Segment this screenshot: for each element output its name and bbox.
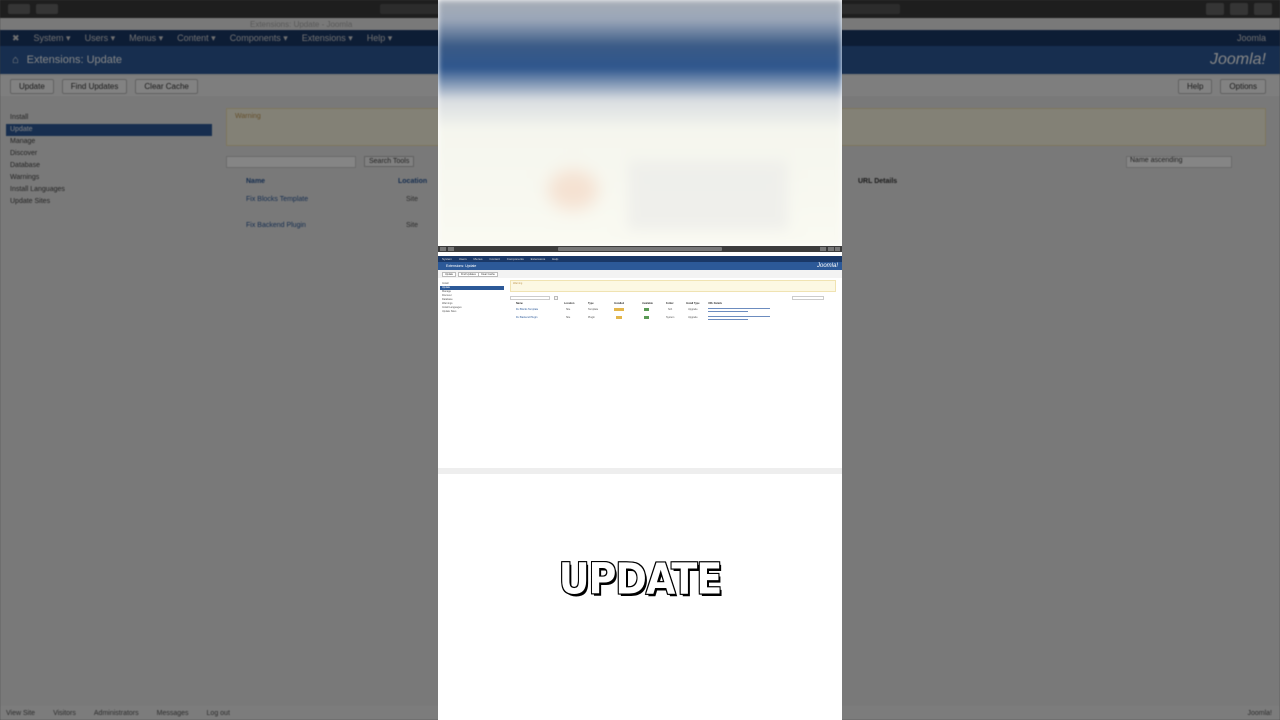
mini-th: Folder [666, 302, 674, 305]
mini-row-folder: N/A [668, 308, 673, 311]
blurred-zoom-region [438, 0, 842, 246]
mini-status-bar [438, 468, 842, 474]
mini-row-type: Plugin [588, 316, 595, 319]
mini-sidebar: Install Update Manage Discover Database … [440, 282, 504, 314]
mini-row-install-type: Upgrade [688, 308, 698, 311]
mini-row-name: Fix Backend Plugin [516, 316, 538, 319]
mini-address-bar [558, 247, 722, 251]
mini-search [510, 296, 550, 300]
mini-th: Installed [614, 302, 625, 305]
mini-url-line [708, 319, 748, 320]
mini-warning-title: Warning [513, 282, 523, 285]
mini-toolbar: Update Find Updates Clear Cache [438, 270, 842, 278]
mini-th: Type [588, 302, 594, 305]
mini-nav-users: Users [458, 257, 467, 261]
mini-th: URL Details [708, 302, 722, 305]
mini-row-install-type: Upgrade [688, 316, 698, 319]
mini-titlebar [438, 246, 842, 252]
mini-nav-content: Content [489, 257, 500, 261]
mini-url-line [708, 316, 770, 317]
mini-nav-help: Help [552, 257, 559, 261]
mini-installed-badge [616, 316, 622, 319]
video-frame: Extensions: Update - Joomla ✖ System ▾ U… [0, 0, 1280, 720]
mini-nav-menus: Menus [473, 257, 483, 261]
mini-th: Location [564, 302, 575, 305]
mini-row-folder: System [666, 316, 675, 319]
mini-warning: Warning [510, 280, 836, 292]
mini-th: Install Type [686, 302, 700, 305]
mini-nav-components: Components [506, 257, 524, 261]
mini-sort [792, 296, 824, 300]
mini-available-badge [644, 308, 649, 311]
mini-find-updates-button: Find Updates [458, 271, 479, 277]
mini-page-title: Extensions: Update [446, 264, 477, 268]
mini-url-line [708, 311, 748, 312]
mini-row-location: Site [566, 308, 571, 311]
mini-th: Name [516, 302, 523, 305]
mini-row-name: Fix Blocks Template [516, 308, 539, 311]
mini-th: Available [642, 302, 653, 305]
mini-search-tools [554, 296, 558, 300]
mini-available-badge [644, 316, 649, 319]
mini-page-header: Extensions: Update Joomla! [438, 262, 842, 270]
mini-installed-badge [614, 308, 624, 311]
mini-sidebar-item: Update Sites [442, 310, 457, 313]
mini-screenshot: System Users Menus Content Components Ex… [438, 246, 842, 474]
mini-nav-system: System [442, 257, 453, 261]
mini-nav-extensions: Extensions [530, 257, 546, 261]
mini-clear-cache-button: Clear Cache [478, 271, 498, 277]
mini-update-button: Update [442, 271, 457, 277]
mini-url-line [708, 308, 770, 309]
mini-row-type: Template [588, 308, 599, 311]
mini-row-location: Site [566, 316, 571, 319]
mini-joomla-logo: Joomla! [816, 263, 838, 269]
video-panel: System Users Menus Content Components Ex… [438, 0, 842, 720]
video-caption: UPDATE [558, 553, 724, 605]
